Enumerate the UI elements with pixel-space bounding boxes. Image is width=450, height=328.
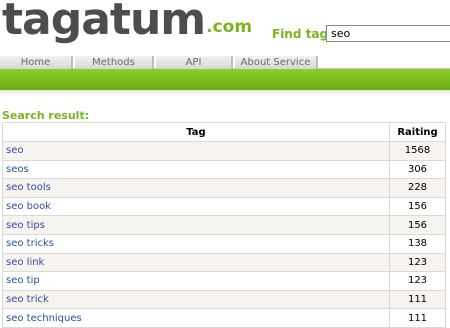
tag-link[interactable]: seo tips [6,220,45,231]
nav-tab-home[interactable]: Home [0,56,73,69]
tag-link[interactable]: seo tricks [6,238,54,249]
logo-suffix: .com [206,17,253,37]
results-header-row: Tag Raiting [2,122,446,142]
tag-cell: seo [2,141,390,161]
tag-link[interactable]: seo techniques [6,313,82,324]
rating-count: 156 [389,215,446,235]
nav-accent-shadow [0,90,450,95]
table-row: seo tips 156 [2,215,446,235]
rating-count: 123 [389,271,446,291]
tag-column-header: Tag [2,122,390,142]
tag-cell: seos [2,159,390,180]
nav-tab-about-service[interactable]: About Service [235,56,318,69]
rating-count: 138 [389,233,446,254]
tag-link[interactable]: seo link [6,257,44,268]
table-row: seo tools 228 [2,178,446,198]
tag-cell: seo tricks [2,233,390,254]
rating-count: 111 [389,289,446,310]
tag-link[interactable]: seo book [6,201,51,212]
table-row: seo link 123 [2,252,446,273]
tag-link[interactable]: seo tools [6,182,51,193]
tag-cell: seo link [2,252,390,273]
tag-link[interactable]: seo trick [6,294,49,305]
table-row: seo tip 123 [2,271,446,291]
rating-count: 306 [389,159,446,180]
rating-count: 228 [389,178,446,198]
table-row: seo trick 111 [2,289,446,310]
tag-link[interactable]: seo tip [6,275,40,286]
tag-search-input[interactable] [326,25,450,42]
tag-link[interactable]: seos [6,164,29,175]
table-row: seo tricks 138 [2,233,446,254]
nav-tab-methods[interactable]: Methods [75,56,154,69]
nav-accent-bar [0,69,450,90]
rating-count: 156 [389,196,446,217]
tag-cell: seo tip [2,271,390,291]
logo-text: tagatum [2,0,206,45]
rating-count: 1568 [389,141,446,161]
results-table: Tag Raiting seo 1568 seos 306 seo tools 228 se… [2,122,446,328]
tag-link[interactable]: seo [6,145,23,156]
results-body: seo 1568 seos 306 seo tools 228 seo book 156 seo… [2,141,446,328]
rating-count: 111 [389,308,446,328]
table-row: seo 1568 [2,141,446,161]
tag-cell: seo book [2,196,390,217]
tag-cell: seo tips [2,215,390,235]
table-row: seo techniques 111 [2,308,446,328]
rating-count: 123 [389,252,446,273]
nav-tab-api[interactable]: API [156,56,233,69]
rating-column-header: Raiting [389,122,446,142]
table-row: seos 306 [2,159,446,180]
tag-cell: seo tools [2,178,390,198]
site-logo[interactable]: tagatum .com [2,0,252,42]
table-row: seo book 156 [2,196,446,217]
tag-cell: seo techniques [2,308,390,328]
main-nav: Home Methods API About Service [0,56,450,69]
tag-cell: seo trick [2,289,390,310]
search-result-heading: Search result: [2,109,90,122]
